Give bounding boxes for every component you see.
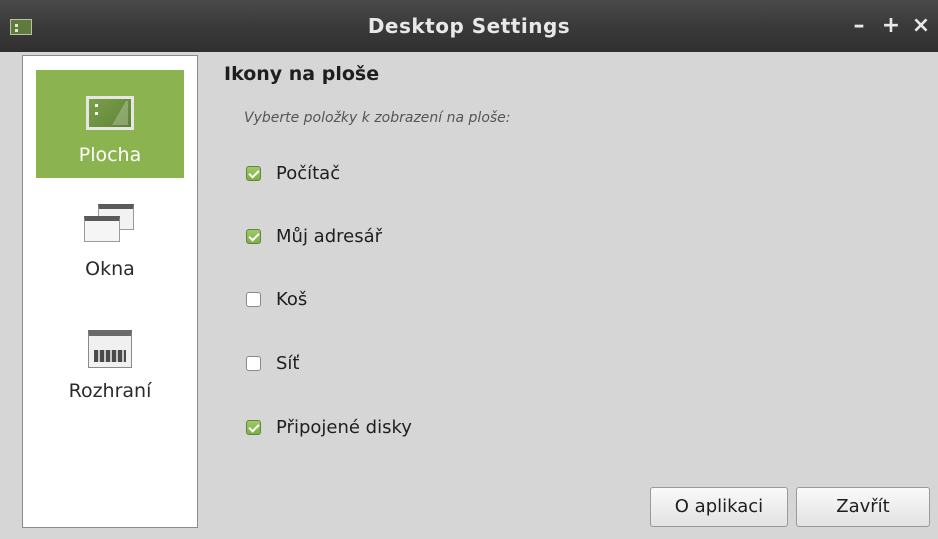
checkbox-checked[interactable]	[246, 420, 261, 435]
checkbox-checked[interactable]	[246, 166, 261, 181]
sidebar: Plocha Okna Rozhraní	[22, 55, 198, 528]
option-label: Můj adresář	[276, 226, 383, 247]
sidebar-item-plocha[interactable]: Plocha	[36, 70, 184, 178]
checkbox-unchecked[interactable]	[246, 292, 261, 307]
section-subtitle: Vyberte položky k zobrazení na ploše:	[244, 110, 511, 126]
sidebar-item-okna[interactable]: Okna	[36, 204, 184, 288]
close-button[interactable]: Zavřít	[796, 487, 930, 527]
option-label: Koš	[276, 289, 308, 310]
title-bar[interactable]: Desktop Settings – + ×	[0, 0, 938, 52]
sidebar-item-label: Okna	[85, 258, 135, 280]
desktop-icon	[86, 96, 134, 130]
close-window-button[interactable]: ×	[910, 13, 932, 39]
maximize-button[interactable]: +	[880, 13, 902, 39]
checkbox-checked[interactable]	[246, 229, 261, 244]
checkbox-unchecked[interactable]	[246, 356, 261, 371]
sidebar-item-label: Plocha	[78, 144, 142, 166]
sidebar-item-rozhrani[interactable]: Rozhraní	[36, 330, 184, 410]
minimize-button[interactable]: –	[848, 13, 870, 39]
windows-icon	[84, 204, 136, 244]
sidebar-item-label: Rozhraní	[68, 380, 152, 402]
option-label: Počítač	[276, 163, 341, 184]
option-label: Síť	[276, 353, 300, 374]
window-title: Desktop Settings	[367, 14, 571, 38]
option-label: Připojené disky	[276, 417, 412, 438]
desktop-settings-window: Desktop Settings – + × Plocha Okna Rozhr…	[0, 0, 938, 539]
section-heading: Ikony na ploše	[224, 63, 380, 85]
interface-icon	[88, 330, 132, 368]
about-button[interactable]: O aplikaci	[650, 487, 788, 527]
